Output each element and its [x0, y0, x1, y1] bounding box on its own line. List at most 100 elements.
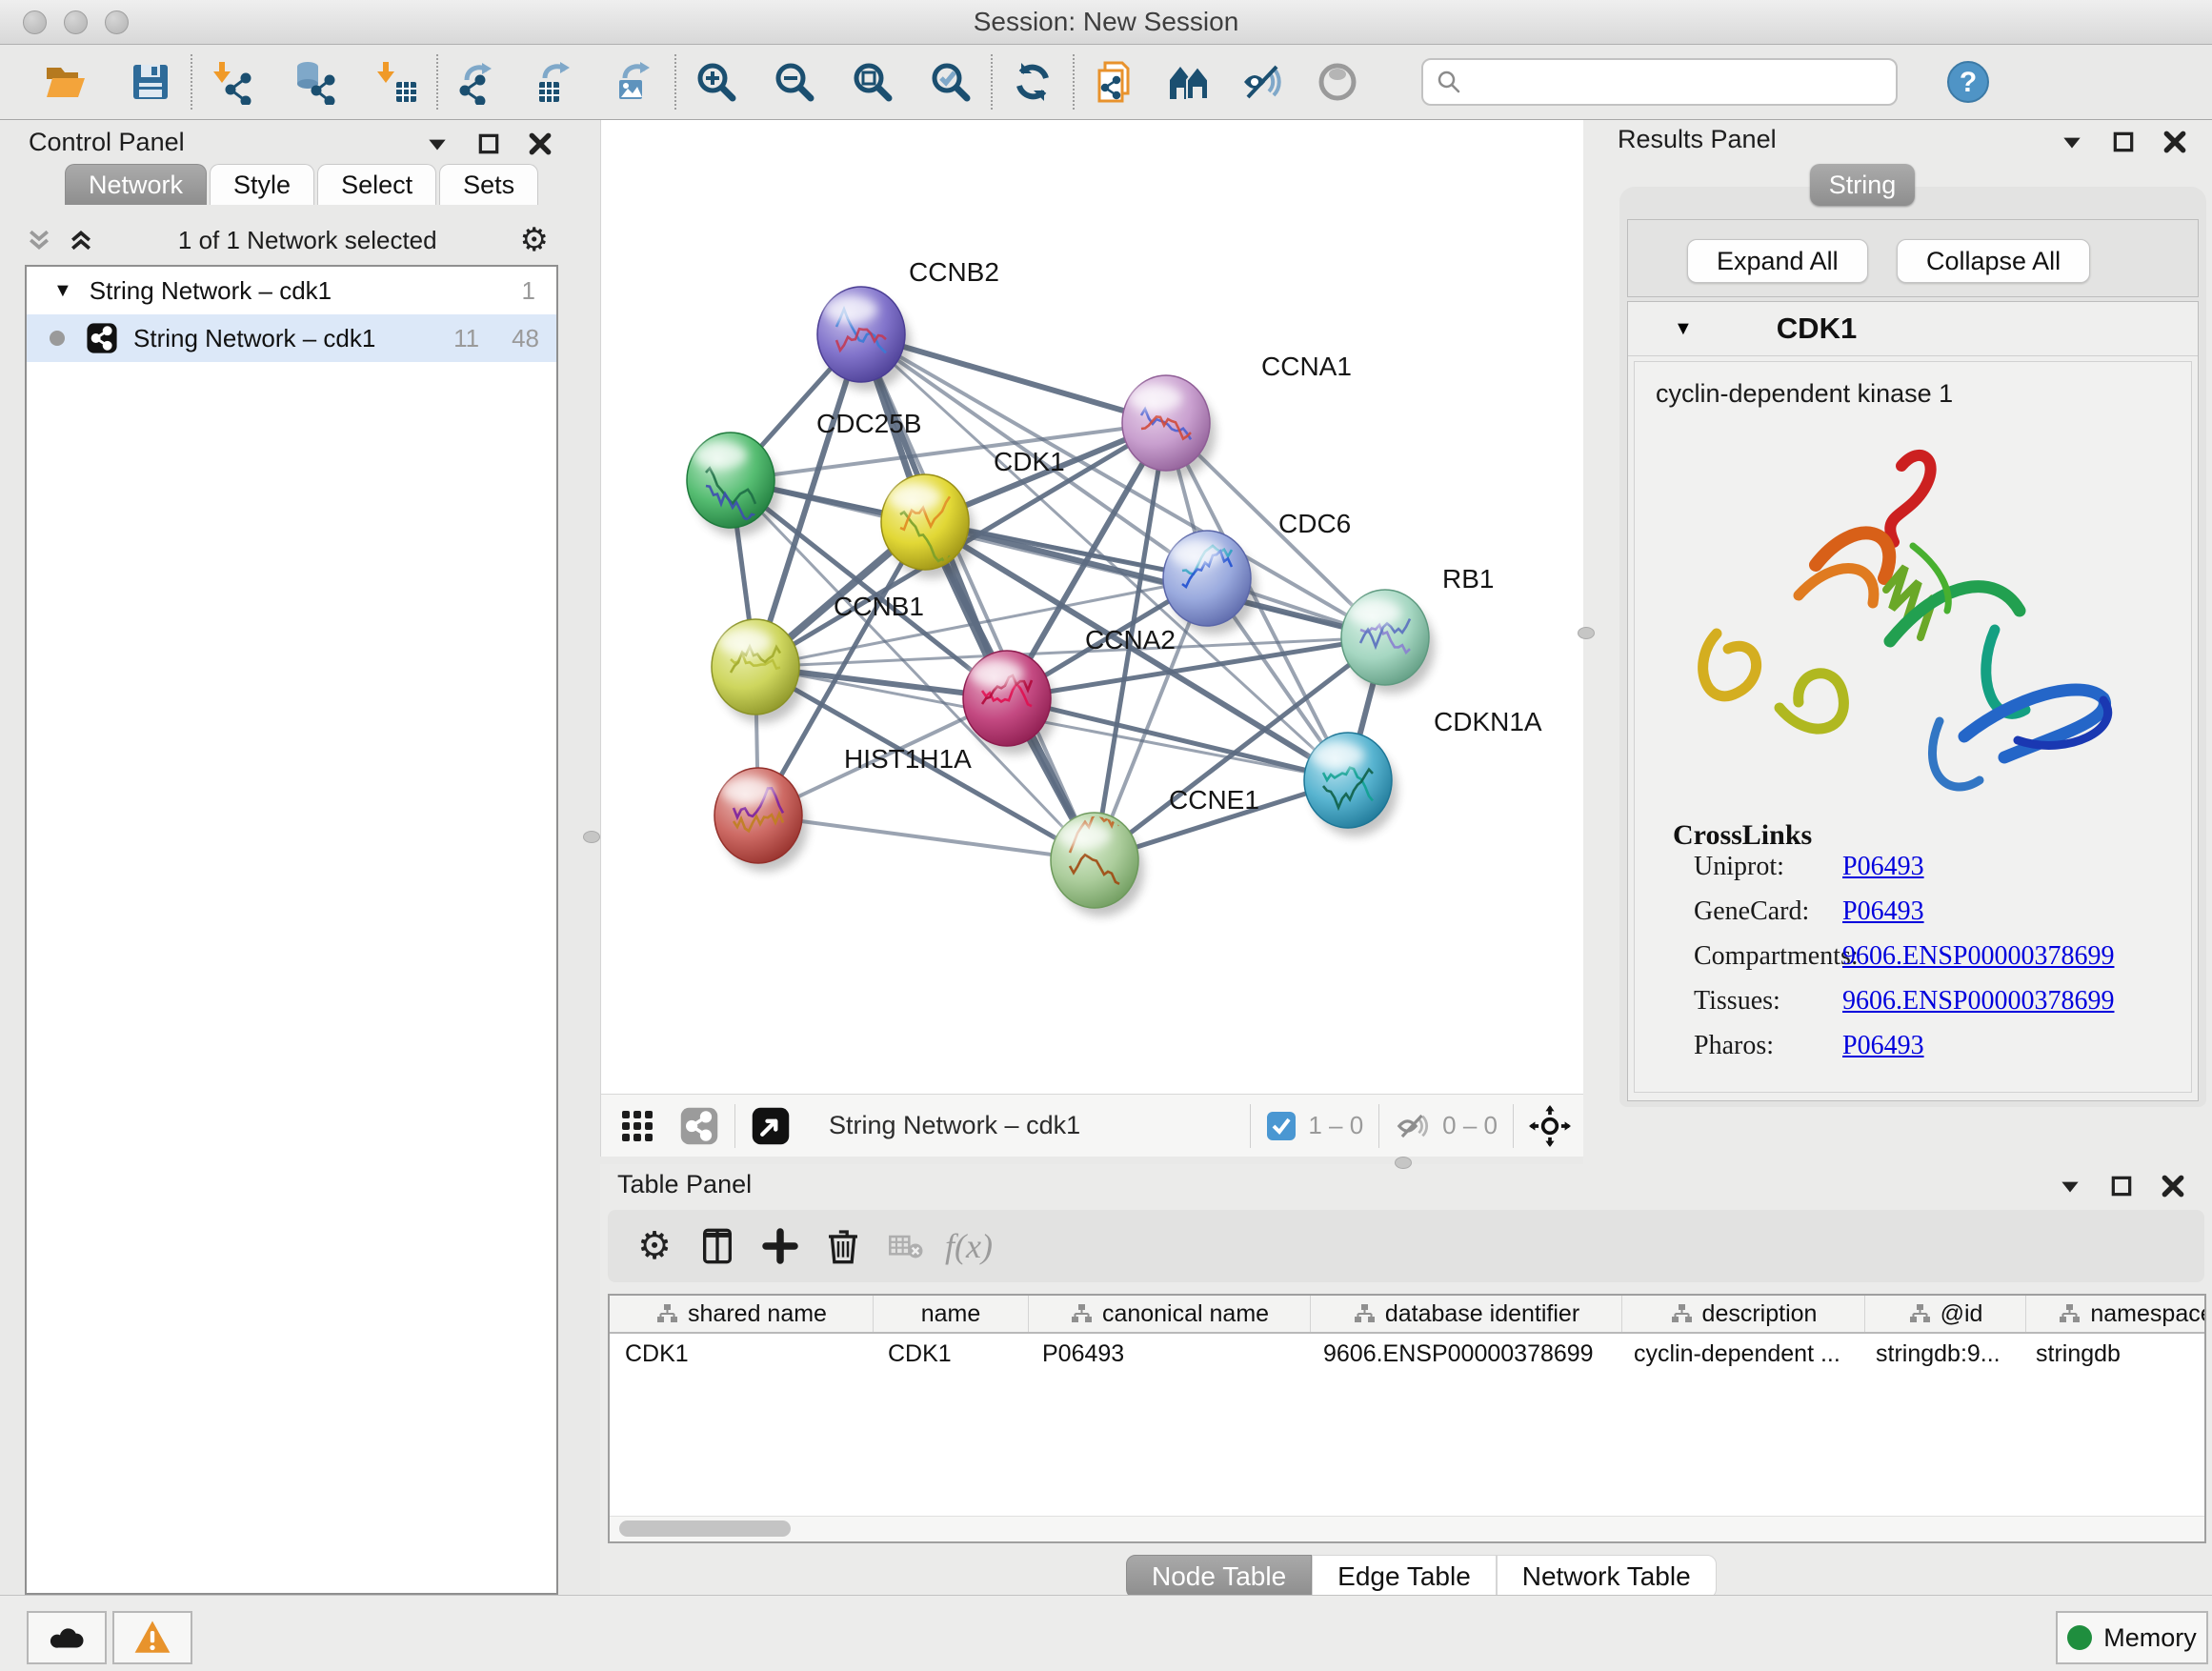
crosslink-link[interactable]: 9606.ENSP00000378699 [1842, 986, 2114, 1017]
crosslink-label: GeneCard: [1694, 896, 1809, 927]
delete-column-trash-icon[interactable] [812, 1219, 875, 1273]
table-cell[interactable]: P06493 [1027, 1334, 1308, 1374]
show-columns-icon[interactable] [686, 1219, 749, 1273]
collapse-all-button[interactable]: Collapse All [1897, 239, 2090, 283]
hide-graphics-details-button[interactable] [1237, 55, 1290, 109]
open-file-button[interactable] [38, 55, 91, 109]
application-window: Session: New Session [0, 0, 2212, 1671]
zoom-in-button[interactable] [690, 55, 743, 109]
table-column-header[interactable]: namespace [2026, 1296, 2206, 1332]
table-horizontal-scrollbar[interactable] [610, 1516, 2204, 1541]
expand-all-button[interactable]: Expand All [1687, 239, 1868, 283]
table-cell[interactable]: stringdb [2021, 1334, 2206, 1374]
table-cell[interactable]: 9606.ENSP00000378699 [1308, 1334, 1619, 1374]
save-session-button[interactable] [124, 55, 177, 109]
string-results-tab[interactable]: String [1810, 164, 1915, 206]
tab-style[interactable]: Style [210, 164, 314, 205]
column-header-label: @id [1941, 1300, 1983, 1328]
search-input[interactable] [1471, 63, 1896, 101]
crosslink-link[interactable]: 9606.ENSP00000378699 [1842, 941, 2114, 972]
zoom-fit-button[interactable] [846, 55, 899, 109]
expand-all-icon[interactable] [67, 226, 95, 254]
panel-menu-icon[interactable] [2060, 130, 2084, 154]
float-panel-icon[interactable] [476, 131, 501, 156]
crosslink-link[interactable]: P06493 [1842, 1031, 1924, 1061]
export-table-button[interactable] [530, 55, 583, 109]
crosslink-link[interactable]: P06493 [1842, 896, 1924, 927]
panel-menu-icon[interactable] [2058, 1174, 2082, 1198]
zoom-selected-button[interactable] [924, 55, 977, 109]
table-column-header[interactable]: shared name [610, 1296, 874, 1332]
gene-section-header[interactable]: ▼ CDK1 [1628, 302, 2198, 356]
panel-menu-icon[interactable] [425, 131, 450, 156]
import-table-button[interactable] [370, 55, 423, 109]
close-panel-icon[interactable] [2162, 130, 2187, 154]
add-column-icon[interactable] [749, 1219, 812, 1273]
copy-network-button[interactable] [1088, 55, 1141, 109]
table-column-header[interactable]: name [874, 1296, 1029, 1332]
zoom-out-button[interactable] [768, 55, 821, 109]
export-image-button[interactable] [608, 55, 661, 109]
tab-node-table[interactable]: Node Table [1126, 1555, 1312, 1595]
network-canvas[interactable]: CCNB2CCNA1CDC25BCDK1CDC6RB1CCNB1CCNA2CDK… [601, 120, 1584, 1094]
table-column-header[interactable]: @id [1865, 1296, 2026, 1332]
import-database-button[interactable] [288, 55, 341, 109]
table-column-header[interactable]: canonical name [1029, 1296, 1311, 1332]
warnings-button[interactable] [112, 1611, 192, 1664]
collapse-all-icon[interactable] [25, 226, 53, 254]
cloud-status-button[interactable] [27, 1611, 107, 1664]
close-panel-icon[interactable] [2161, 1174, 2185, 1198]
float-panel-icon[interactable] [2109, 1174, 2134, 1198]
table-settings-gear-icon[interactable]: ⚙ [623, 1219, 686, 1273]
vertical-splitter-handle[interactable] [1578, 627, 1595, 639]
horizontal-splitter-handle[interactable] [1395, 1157, 1412, 1169]
node-hist1h1a[interactable]: HIST1H1A [714, 744, 972, 872]
float-panel-icon[interactable] [2111, 130, 2136, 154]
edge-ccna2-cdkn1a[interactable] [1007, 698, 1348, 780]
table-cell[interactable]: stringdb:9... [1860, 1334, 2021, 1374]
table-row[interactable]: CDK1CDK1P064939606.ENSP00000378699cyclin… [610, 1334, 2204, 1374]
tab-network-table[interactable]: Network Table [1497, 1555, 1717, 1595]
network-overview-button[interactable] [1162, 55, 1216, 109]
selected-checkbox-icon[interactable] [1266, 1111, 1297, 1141]
collapse-triangle-icon[interactable]: ▼ [53, 280, 72, 302]
tab-select[interactable]: Select [317, 164, 436, 205]
open-in-browser-icon[interactable] [751, 1106, 791, 1146]
table-column-header[interactable]: description [1622, 1296, 1865, 1332]
function-builder-icon[interactable]: f(x) [937, 1219, 1000, 1273]
network-collection-row[interactable]: ▼ String Network – cdk1 1 [27, 267, 556, 314]
table-cell[interactable]: cyclin-dependent ... [1619, 1334, 1860, 1374]
collapse-triangle-icon[interactable]: ▼ [1674, 318, 1693, 340]
tab-network[interactable]: Network [65, 164, 207, 205]
edge-hist1h1a-ccne1[interactable] [758, 815, 1095, 860]
node-ccna1[interactable]: CCNA1 [1122, 352, 1352, 479]
pan-crosshair-icon[interactable] [1529, 1105, 1571, 1147]
crosslink-link[interactable]: P06493 [1842, 852, 1924, 882]
clear-table-icon[interactable] [875, 1219, 937, 1273]
export-network-button[interactable] [452, 55, 505, 109]
node-ccnb2[interactable]: CCNB2 [817, 257, 999, 391]
network-row[interactable]: String Network – cdk1 11 48 [27, 314, 556, 362]
tab-edge-table[interactable]: Edge Table [1312, 1555, 1497, 1595]
node-rb1[interactable]: RB1 [1341, 564, 1494, 694]
vertical-splitter-handle[interactable] [583, 831, 600, 843]
layout-refresh-button[interactable] [1006, 55, 1059, 109]
node-ccne1[interactable]: CCNE1 [1051, 785, 1259, 916]
node-cdkn1a[interactable]: CDKN1A [1304, 707, 1542, 836]
toolbar-separator [1073, 54, 1075, 110]
hidden-eye-icon[interactable] [1395, 1108, 1431, 1144]
node-label: CCNB2 [909, 257, 999, 287]
string-style-icon[interactable] [679, 1106, 719, 1146]
show-graphics-details-button[interactable] [1311, 55, 1364, 109]
birds-eye-view-icon[interactable] [620, 1109, 654, 1143]
memory-button[interactable]: Memory [2056, 1611, 2208, 1664]
table-column-header[interactable]: database identifier [1311, 1296, 1622, 1332]
table-cell[interactable]: CDK1 [873, 1334, 1027, 1374]
table-cell[interactable]: CDK1 [610, 1334, 873, 1374]
help-button[interactable]: ? [1941, 55, 1995, 109]
import-network-button[interactable] [206, 55, 259, 109]
close-panel-icon[interactable] [528, 131, 553, 156]
network-options-gear-icon[interactable]: ⚙ [520, 224, 549, 256]
scrollbar-thumb[interactable] [619, 1520, 791, 1537]
tab-sets[interactable]: Sets [439, 164, 538, 205]
